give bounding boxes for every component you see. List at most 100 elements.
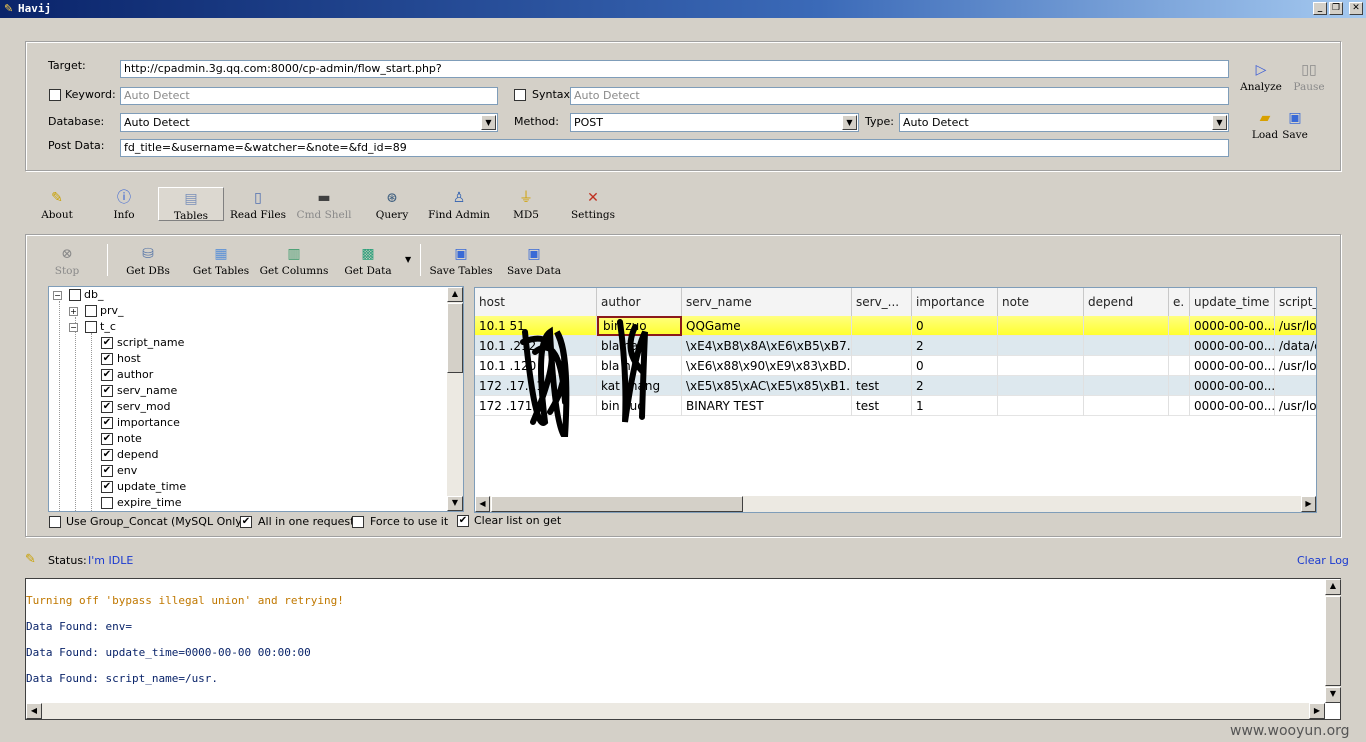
scroll-up-icon[interactable]: ▲ [1325,579,1341,595]
table-cell[interactable] [998,376,1084,396]
stop-button[interactable]: ⊗ Stop [50,246,84,277]
get-columns-button[interactable]: ▥ Get Columns [258,246,330,277]
checked-checkbox[interactable]: ✔ [101,481,113,493]
restore-button[interactable]: ❐ [1329,2,1343,15]
log-vscrollbar[interactable]: ▲ ▼ [1325,579,1341,703]
menu-tables[interactable]: ▤ Tables [158,187,224,222]
table-cell[interactable]: 0 [912,316,998,336]
checked-checkbox[interactable]: ✔ [101,385,113,397]
column-header[interactable]: serv_... [852,288,912,316]
get-data-button[interactable]: ▩ Get Data [340,246,396,277]
table-cell[interactable]: \xE6\x88\x90\xE9\x83\xBD... [682,356,852,376]
tree-column-node[interactable]: ✔ serv_mod [101,399,170,415]
table-cell[interactable]: QQGame [682,316,852,336]
db-tree[interactable]: − db_ + prv_ − t_c ✔ script_name ✔ host ✔ aut… [48,286,464,512]
log-panel[interactable]: Turning off 'bypass illegal union' and r… [25,578,1341,720]
table-cell[interactable]: 0000-00-00... [1190,356,1275,376]
clear-log-link[interactable]: Clear Log [1297,554,1349,568]
table-cell[interactable]: 0 [912,356,998,376]
menu-info[interactable]: ⓘ Info [106,190,142,221]
scroll-right-icon[interactable]: ▶ [1301,496,1316,512]
table-cell[interactable] [1084,396,1169,416]
scroll-left-icon[interactable]: ◀ [26,703,42,719]
table-cell[interactable] [1084,336,1169,356]
get-data-dropdown-icon[interactable]: ▼ [405,255,411,264]
menu-md5[interactable]: ⏚ MD5 [512,190,540,221]
column-header[interactable]: update_time [1190,288,1275,316]
column-header[interactable]: serv_name [682,288,852,316]
tree-column-node[interactable]: ✔ importance [101,415,180,431]
table-cell[interactable]: 0000-00-00... [1190,396,1275,416]
get-dbs-button[interactable]: ⛁ Get DBs [124,246,172,277]
table-cell[interactable] [852,356,912,376]
data-grid[interactable]: host author serv_name serv_... importance not… [474,287,1317,513]
column-header[interactable]: importance [912,288,998,316]
syntax-checkbox[interactable] [514,89,526,101]
tree-column-node[interactable]: ✔ depend [101,447,158,463]
tree-table-node[interactable]: + prv_ [69,303,124,319]
table-cell[interactable] [852,336,912,356]
collapse-icon[interactable]: − [69,322,78,332]
tree-table-node[interactable]: − t_c [69,319,116,335]
table-cell[interactable]: /usr/loc [1275,316,1316,336]
table-cell[interactable]: \xE5\x85\xAC\xE5\x85\xB1... [682,376,852,396]
get-tables-button[interactable]: ▦ Get Tables [188,246,254,277]
table-cell[interactable] [998,356,1084,376]
checked-checkbox[interactable]: ✔ [101,337,113,349]
scroll-down-icon[interactable]: ▼ [447,496,463,511]
chevron-down-icon[interactable]: ▼ [1212,115,1227,130]
scroll-left-icon[interactable]: ◀ [475,496,490,512]
tree-column-node[interactable]: ✔ env [101,463,137,479]
tree-column-node[interactable]: ✔ serv_name [101,383,177,399]
table-cell[interactable] [998,336,1084,356]
collapse-icon[interactable]: − [53,290,62,300]
save-button[interactable]: ▣ Save [1280,110,1310,141]
checked-checkbox[interactable]: ✔ [101,369,113,381]
column-header[interactable]: depend [1084,288,1169,316]
table-cell[interactable]: test [852,396,912,416]
tree-checkbox[interactable] [68,289,81,301]
save-data-button[interactable]: ▣ Save Data [504,246,564,277]
unchecked-checkbox[interactable] [101,497,113,509]
table-cell[interactable] [1275,376,1316,396]
table-cell[interactable] [1169,376,1190,396]
grid-hscrollbar[interactable]: ◀ ▶ [475,496,1316,512]
checked-checkbox[interactable]: ✔ [101,465,113,477]
table-cell[interactable] [1084,376,1169,396]
close-button[interactable]: ✕ [1349,2,1363,15]
checked-checkbox[interactable]: ✔ [101,401,113,413]
load-button[interactable]: ▰ Load [1248,110,1282,141]
table-cell[interactable] [1169,356,1190,376]
log-hscrollbar[interactable]: ◀ ▶ [26,703,1325,719]
post-data-input[interactable]: fd_title=&username=&watcher=&note=&fd_id… [120,139,1229,157]
table-cell[interactable] [998,396,1084,416]
table-cell[interactable] [1084,316,1169,336]
tree-column-node[interactable]: ✔ note [101,431,142,447]
keyword-input[interactable]: Auto Detect [120,87,498,105]
tree-column-node[interactable]: expire_time [101,495,182,511]
scroll-thumb[interactable] [491,496,743,512]
table-cell[interactable] [1169,396,1190,416]
tree-column-node[interactable]: ✔ update_time [101,479,186,495]
group-concat-checkbox[interactable] [49,516,61,528]
scroll-up-icon[interactable]: ▲ [447,287,463,302]
table-cell[interactable] [1169,336,1190,356]
table-cell[interactable] [1084,356,1169,376]
tree-checkbox[interactable] [84,321,97,333]
menu-read-files[interactable]: ▯ Read Files [228,190,288,221]
scroll-down-icon[interactable]: ▼ [1325,687,1341,703]
tree-column-node[interactable]: ✔ script_name [101,335,184,351]
force-checkbox[interactable] [352,516,364,528]
save-tables-button[interactable]: ▣ Save Tables [426,246,496,277]
target-input[interactable]: http://cpadmin.3g.qq.com:8000/cp-admin/f… [120,60,1229,78]
table-cell[interactable]: 2 [912,376,998,396]
table-cell[interactable]: /usr/loc [1275,396,1316,416]
table-cell[interactable]: 0000-00-00... [1190,376,1275,396]
table-cell[interactable]: 2 [912,336,998,356]
method-select[interactable]: POST ▼ [570,113,859,132]
menu-about[interactable]: ✎ About [38,190,76,221]
chevron-down-icon[interactable]: ▼ [481,115,496,130]
table-cell[interactable]: 0000-00-00... [1190,336,1275,356]
tree-scrollbar[interactable]: ▲ ▼ [447,287,463,511]
table-cell[interactable]: test [852,376,912,396]
